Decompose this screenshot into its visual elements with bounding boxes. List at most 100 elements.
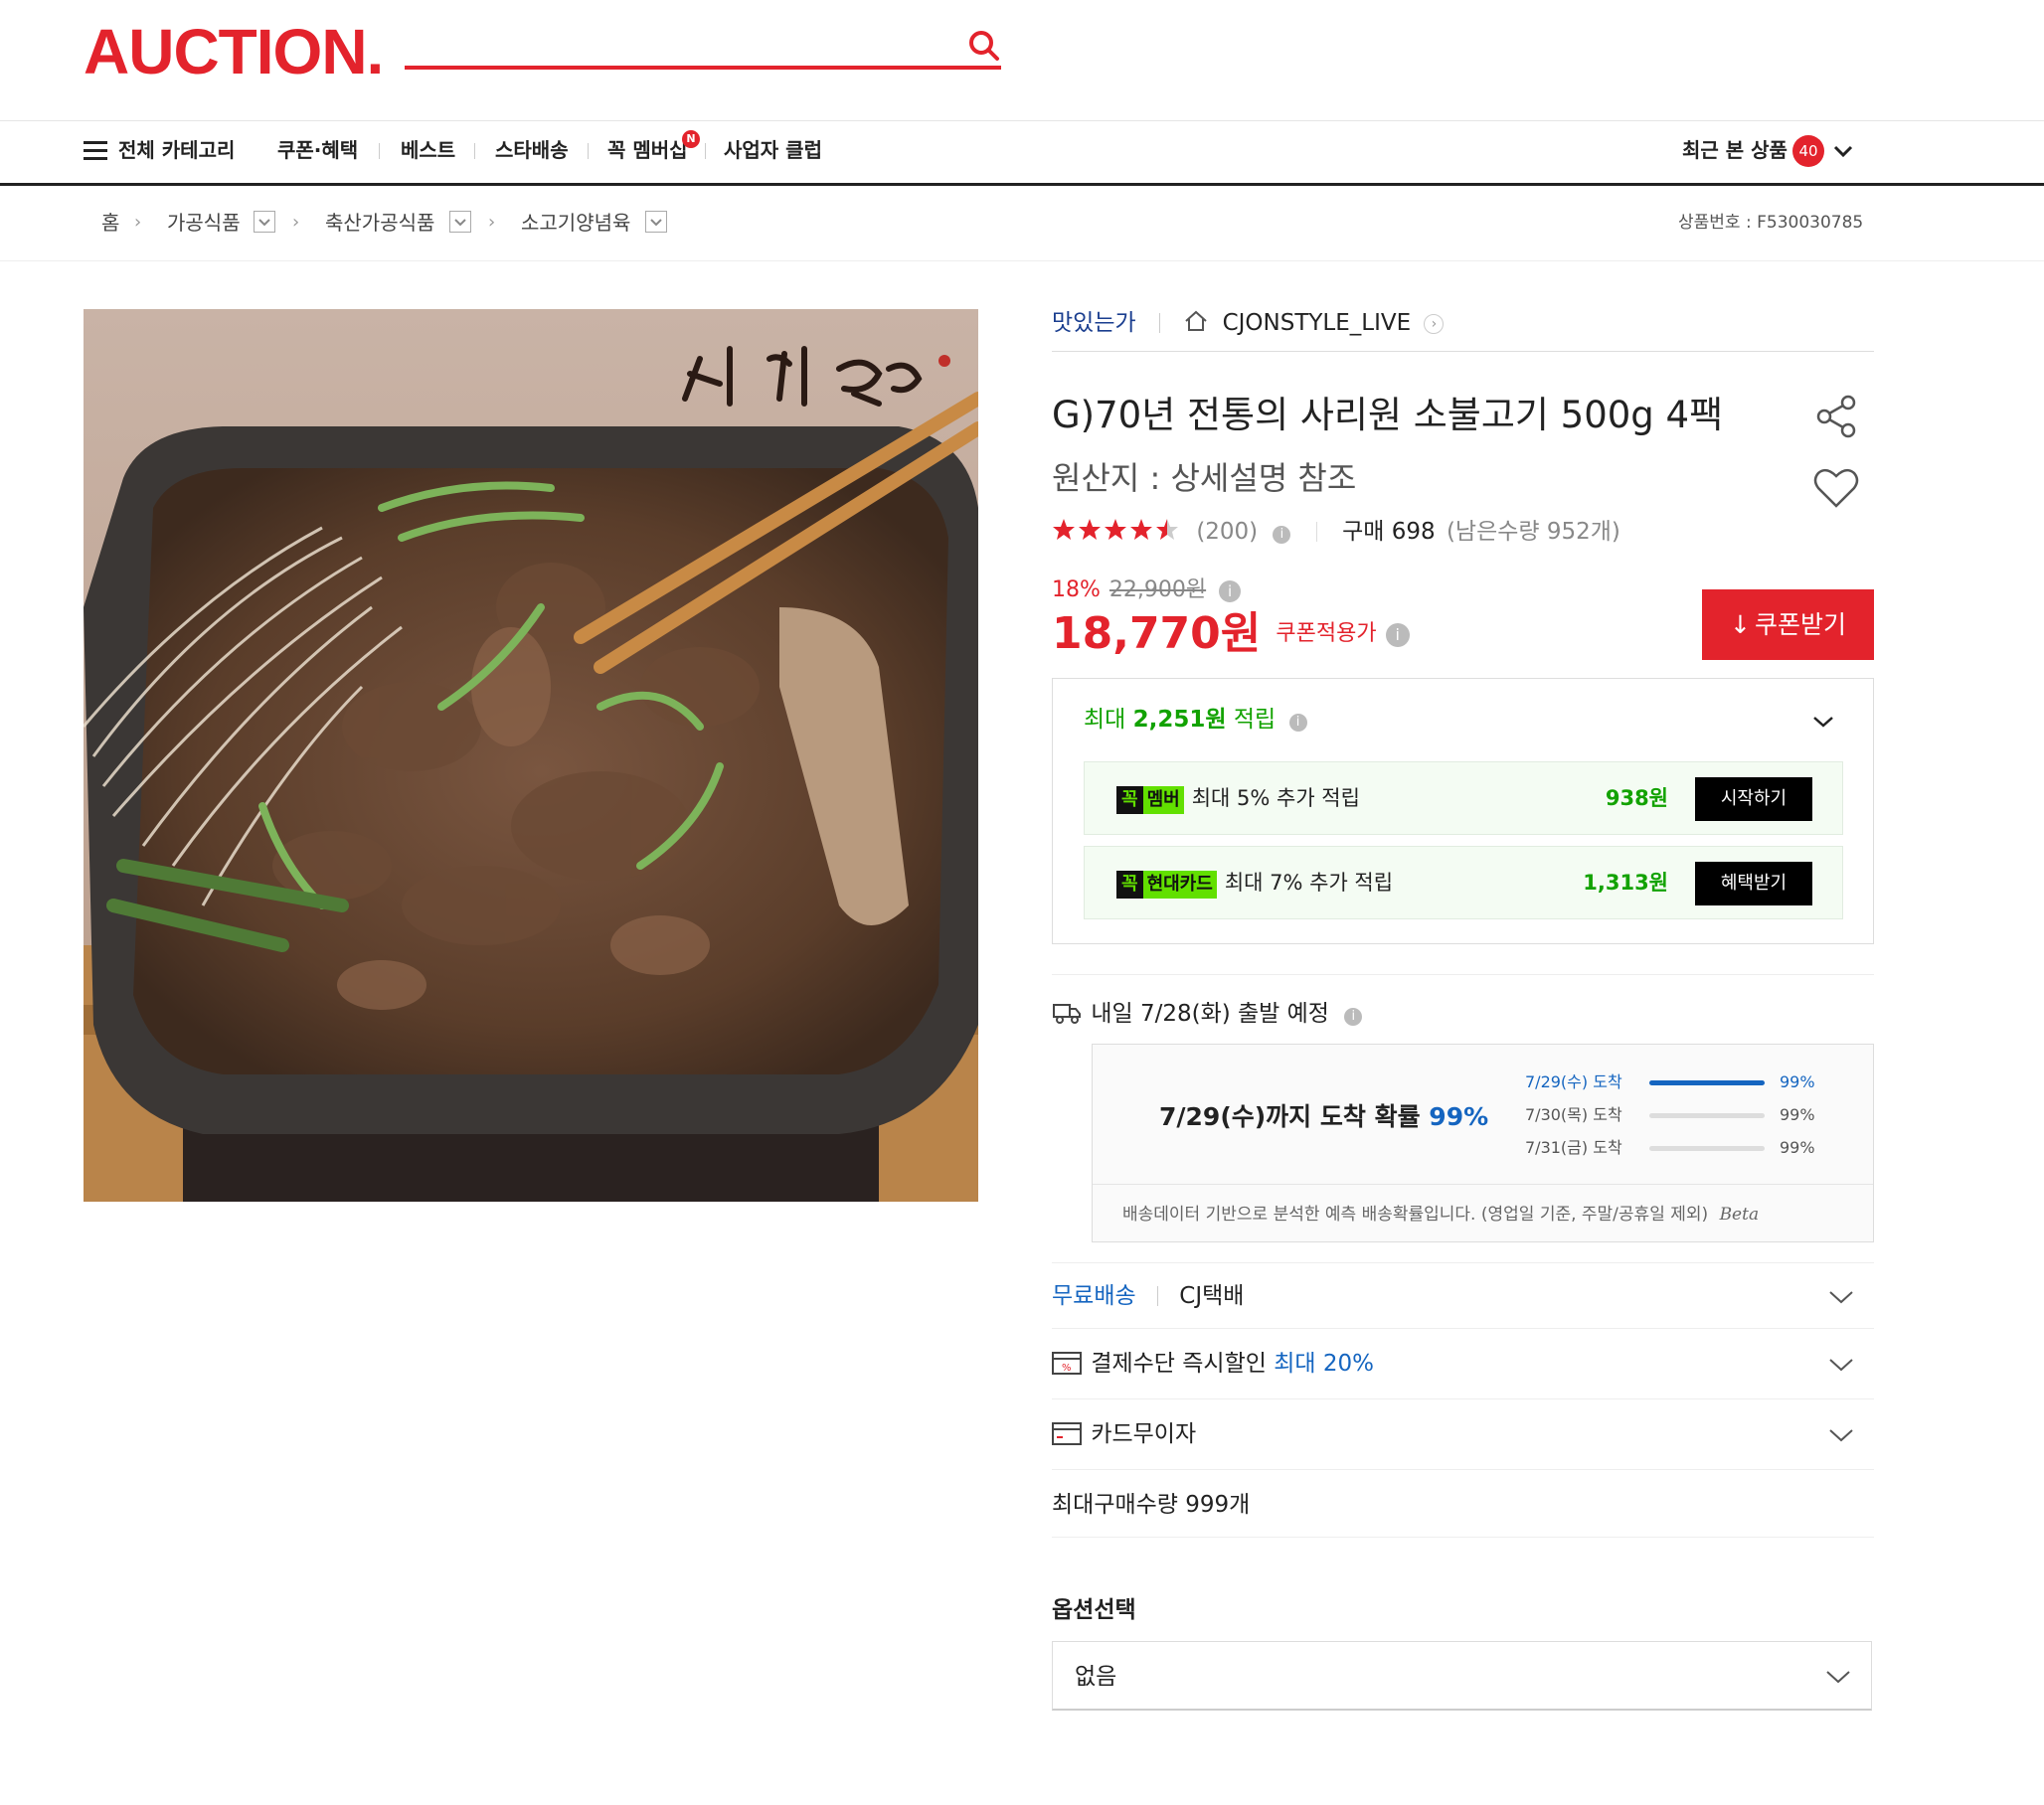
option-select[interactable]: 없음 (1052, 1641, 1872, 1711)
original-price: 22,900원 (1108, 577, 1207, 602)
chevron-down-icon[interactable] (1833, 143, 1853, 159)
info-icon[interactable]: i (1344, 1008, 1363, 1026)
member-tag: 멤버 (1142, 786, 1184, 814)
heart-icon[interactable] (1812, 464, 1860, 512)
new-badge: N (682, 130, 700, 148)
get-benefit-button[interactable]: 혜택받기 (1695, 862, 1812, 905)
instant-discount-label: 결제수단 즉시할인 (1091, 1351, 1267, 1377)
shop-link[interactable]: CJONSTYLE_LIVE (1223, 310, 1412, 336)
breadcrumb-level-2[interactable]: 축산가공식품 (325, 209, 434, 237)
delivery-row: 7/31(금) 도착 99% (1525, 1136, 1853, 1160)
breadcrumb-home[interactable]: 홈 (101, 209, 119, 237)
breadcrumb-dropdown-2[interactable] (449, 211, 471, 233)
coupon-download-button[interactable]: ↓ 쿠폰받기 (1702, 589, 1874, 660)
shipping-departure-row: 내일 7/28(화) 출발 예정 i (1052, 997, 1363, 1031)
card-point-row: 꼭 현대카드 최대 7% 추가 적립 1,313원 혜택받기 (1084, 846, 1843, 919)
recent-count-badge[interactable]: 40 (1792, 135, 1824, 167)
points-header[interactable]: 최대 2,251원 적립 i (1084, 703, 1307, 737)
card-point-label: 꼭 현대카드 최대 7% 추가 적립 (1116, 867, 1393, 899)
installment-content: 카드무이자 (1052, 1417, 1196, 1451)
credit-card-icon (1052, 1422, 1082, 1445)
search-icon[interactable] (966, 28, 1002, 64)
section-divider (1052, 974, 1874, 975)
chevron-down-icon (454, 219, 466, 227)
points-amount: 2,251원 (1132, 707, 1227, 733)
point-text: 최대 7% 추가 적립 (1224, 871, 1394, 895)
chevron-down-icon[interactable] (1811, 715, 1835, 729)
free-shipping-row[interactable]: 무료배송 CJ택배 (1052, 1262, 1874, 1329)
chevron-down-icon[interactable] (1828, 1289, 1854, 1305)
nav-separator (379, 143, 380, 159)
chevron-right-circle-icon[interactable]: › (1424, 314, 1445, 334)
delivery-date: 7/31(금) 도착 (1525, 1138, 1622, 1157)
chevron-right-icon: › (292, 212, 300, 233)
svg-text:%: % (1062, 1363, 1072, 1374)
menu-icon[interactable] (84, 141, 107, 161)
rating-row: (200) i 구매 698 (남은수량 952개) (1052, 515, 1620, 552)
hyundai-card-tag: 현대카드 (1142, 871, 1217, 899)
nav-separator (474, 143, 475, 159)
nav-star-delivery[interactable]: 스타배송 (495, 135, 569, 165)
download-icon: ↓ (1730, 610, 1751, 639)
delivery-row: 7/30(목) 도착 99% (1525, 1103, 1853, 1127)
chevron-down-icon (650, 219, 662, 227)
sale-price: 18,770원 (1052, 608, 1262, 659)
product-origin: 원산지 : 상세설명 참조 (1052, 459, 1357, 497)
delivery-bar (1649, 1113, 1765, 1118)
nav-business-club[interactable]: 사업자 클럽 (724, 135, 822, 165)
breadcrumb-dropdown-3[interactable] (645, 211, 667, 233)
delivery-bar-fill (1649, 1080, 1765, 1085)
divider (1156, 1286, 1158, 1306)
delivery-note-divider (1093, 1184, 1873, 1185)
info-icon[interactable]: i (1273, 526, 1291, 544)
carrier-label: CJ택배 (1179, 1283, 1245, 1309)
delivery-date: 7/29(수) 도착 (1525, 1072, 1622, 1091)
bulgogi-photo (84, 309, 978, 1202)
info-icon[interactable]: i (1219, 580, 1242, 602)
membership-point-label: 꼭 멤버 최대 5% 추가 적립 (1116, 782, 1360, 814)
breadcrumb-dropdown-1[interactable] (254, 211, 275, 233)
start-membership-button[interactable]: 시작하기 (1695, 777, 1812, 821)
installment-row[interactable]: 카드무이자 (1052, 1399, 1874, 1470)
share-icon[interactable] (1812, 393, 1860, 440)
product-title: G)70년 전통의 사리원 소불고기 500g 4팩 (1052, 394, 1724, 436)
info-icon[interactable]: i (1288, 714, 1307, 732)
delivery-prediction-box: 7/29(수)까지 도착 확률 99% 7/29(수) 도착 99% 7/30(… (1092, 1044, 1874, 1242)
recent-products-label[interactable]: 최근 본 상품 (1682, 135, 1788, 165)
delivery-summary-pct: 99% (1429, 1102, 1489, 1131)
review-count[interactable]: (200) (1196, 519, 1258, 545)
breadcrumb-level-1[interactable]: 가공식품 (167, 209, 241, 237)
product-image[interactable] (84, 309, 978, 1202)
nav-coupon-benefits[interactable]: 쿠폰·혜택 (277, 135, 358, 165)
star-rating-icon[interactable] (1052, 518, 1183, 552)
breadcrumb-level-3[interactable]: 소고기양념육 (521, 209, 630, 237)
nav-best[interactable]: 베스트 (401, 135, 455, 165)
max-purchase-label: 최대구매수량 999개 (1052, 1492, 1251, 1518)
chevron-down-icon[interactable] (1828, 1427, 1854, 1443)
delivery-note-text: 배송데이터 기반으로 분석한 예측 배송확률입니다. (영업일 기준, 주말/공… (1122, 1205, 1709, 1225)
chevron-right-icon: › (134, 212, 142, 233)
kk-tag: 꼭 (1116, 786, 1143, 814)
instant-discount-row[interactable]: % 결제수단 즉시할인 최대 20% (1052, 1329, 1874, 1399)
points-suffix: 적립 (1233, 707, 1277, 733)
discount-rate: 18% (1052, 577, 1101, 602)
chevron-down-icon (258, 219, 270, 227)
chevron-down-icon[interactable] (1828, 1357, 1854, 1373)
nav-all-categories[interactable]: 전체 카테고리 (118, 135, 235, 165)
delivery-bar (1649, 1080, 1765, 1085)
info-icon[interactable]: i (1385, 623, 1410, 647)
auction-logo[interactable]: AUCTION. (84, 20, 384, 83)
point-text: 최대 5% 추가 적립 (1191, 786, 1360, 810)
delivery-pct: 99% (1780, 1105, 1815, 1124)
nav-membership[interactable]: 꼭 멤버십 (607, 135, 688, 165)
chevron-down-icon (1826, 1671, 1850, 1684)
point-amount: 1,313원 (1583, 871, 1668, 895)
discount-row: 18% 22,900원 i (1052, 574, 1242, 606)
store-home-icon (1185, 310, 1207, 331)
points-prefix: 최대 (1084, 707, 1126, 733)
search-input[interactable] (405, 66, 1001, 70)
delivery-date: 7/30(목) 도착 (1525, 1105, 1622, 1124)
seller-row: 맛있는가 CJONSTYLE_LIVE › (1052, 306, 1445, 340)
nav-separator (705, 143, 706, 159)
brand-link[interactable]: 맛있는가 (1052, 310, 1136, 336)
